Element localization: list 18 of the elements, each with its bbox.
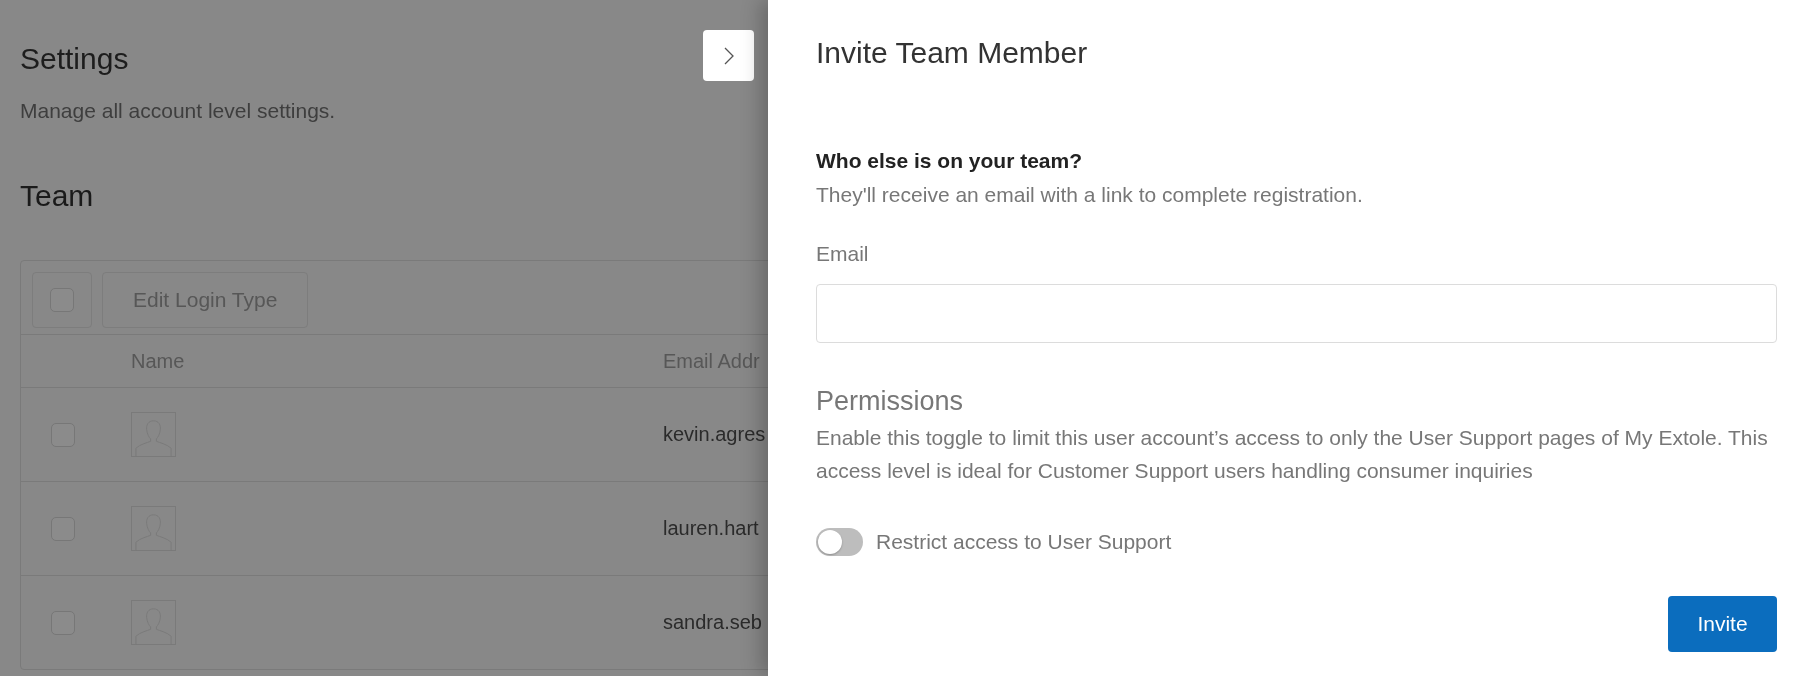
hint-text: They'll receive an email with a link to complete registration. xyxy=(816,182,1364,208)
restrict-access-toggle[interactable] xyxy=(816,528,863,556)
email-address: sandra.seb xyxy=(663,611,763,634)
permissions-heading: Permissions xyxy=(816,385,965,417)
question-heading: Who else is on your team? xyxy=(816,148,1084,174)
collapse-panel-button[interactable] xyxy=(703,30,754,81)
section-title: Team xyxy=(20,178,95,214)
page-subtitle: Manage all account level settings. xyxy=(20,98,337,124)
permissions-description: Enable this toggle to limit this user account’s access to only the User Support pages of My Extole. This access level is ideal for Customer Support users handling consumer inquiries xyxy=(816,425,1769,484)
toggle-label: Restrict access to User Support xyxy=(876,529,1172,555)
drawer-title: Invite Team Member xyxy=(816,35,1089,71)
page-title: Settings xyxy=(20,41,129,77)
email-address: lauren.hart xyxy=(663,517,760,540)
email-address: kevin.agres xyxy=(663,423,767,446)
email-input[interactable] xyxy=(816,284,1777,343)
invite-button[interactable]: Invite xyxy=(1668,596,1777,652)
email-label: Email xyxy=(816,241,870,267)
chevron-right-icon xyxy=(723,46,734,65)
